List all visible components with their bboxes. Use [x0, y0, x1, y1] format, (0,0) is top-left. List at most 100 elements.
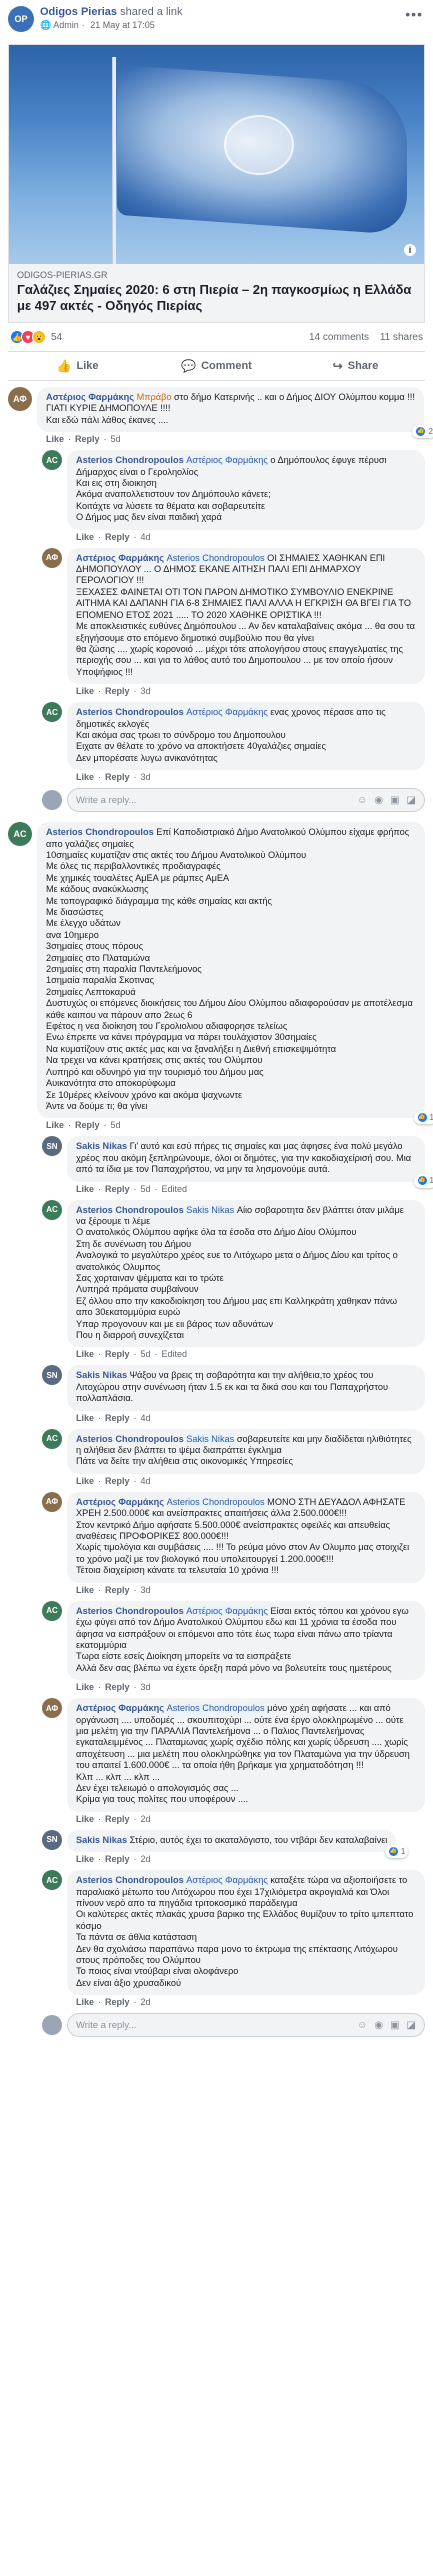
page-avatar[interactable]: OP — [8, 6, 34, 32]
avatar[interactable]: SN — [42, 1829, 62, 1850]
comment-like-link[interactable]: Like — [76, 1814, 94, 1824]
avatar[interactable]: ΑΦ — [42, 1491, 62, 1512]
like-button[interactable]: 👍 Like — [8, 352, 147, 380]
comment-time[interactable]: 2d — [141, 1997, 151, 2007]
comment-reply-link[interactable]: Reply — [105, 1997, 130, 2007]
reaction-icons[interactable]: 👍 ♥ 😮 — [10, 330, 46, 344]
comment-time[interactable]: 3d — [141, 1682, 151, 1692]
avatar[interactable]: AC — [42, 1870, 62, 1891]
sticker-icon[interactable]: ◪ — [407, 2020, 416, 2031]
comment-reply-link[interactable]: Reply — [105, 1184, 130, 1194]
comment-reply-link[interactable]: Reply — [105, 1585, 130, 1595]
comment-time[interactable]: 3d — [141, 772, 151, 782]
page-name[interactable]: Odigos Pierias — [40, 6, 117, 18]
comment-button[interactable]: 💬 Comment — [147, 352, 286, 380]
mention-tag[interactable]: Sakis Nikas — [186, 1204, 235, 1215]
comment-reply-link[interactable]: Reply — [105, 1854, 130, 1864]
comment-author[interactable]: Asterios Chondropoulos — [76, 1875, 184, 1885]
post-date[interactable]: 21 May at 17:05 — [90, 20, 155, 30]
mention-tag[interactable]: Asterios Chondropoulos — [166, 1703, 265, 1714]
ellipsis-icon[interactable]: ••• — [405, 6, 423, 22]
comment-author[interactable]: Αστέριος Φαρμάκης — [76, 1703, 164, 1713]
comment-reactions[interactable]: 👍 1 — [413, 1174, 433, 1188]
reply-input[interactable]: Write a reply... ☺ ◉ ▣ ◪ — [67, 788, 425, 813]
comment-like-link[interactable]: Like — [76, 1413, 94, 1423]
gif-icon[interactable]: ▣ — [390, 795, 399, 806]
comment-author[interactable]: Asterios Chondropoulos — [76, 1606, 184, 1616]
avatar[interactable]: AC — [42, 1600, 62, 1621]
comment-reply-link[interactable]: Reply — [105, 772, 130, 782]
comment-author[interactable]: Αστέριος Φαρμάκης — [76, 553, 164, 563]
avatar[interactable]: SN — [42, 1136, 62, 1157]
comment-time[interactable]: 5d — [111, 1120, 121, 1130]
mention-tag[interactable]: Αστέριος Φαρμάκης — [186, 1605, 268, 1616]
comment-like-link[interactable]: Like — [76, 532, 94, 542]
avatar[interactable]: SN — [42, 1365, 62, 1386]
mention-tag[interactable]: Asterios Chondropoulos — [166, 552, 265, 563]
link-caption[interactable]: ODIGOS-PIERIAS.GR Γαλάζιες Σημαίες 2020:… — [8, 264, 425, 323]
comment-reply-link[interactable]: Reply — [105, 532, 130, 542]
info-icon[interactable]: i — [404, 244, 416, 256]
comment-like-link[interactable]: Like — [76, 686, 94, 696]
comment-time[interactable]: 2d — [141, 1854, 151, 1864]
comment-reactions[interactable]: 👍 1 — [384, 1844, 409, 1859]
camera-icon[interactable]: ◉ — [374, 795, 383, 806]
comment-like-link[interactable]: Like — [76, 1585, 94, 1595]
comment-like-link[interactable]: Like — [76, 772, 94, 782]
reaction-count[interactable]: 54 — [51, 332, 62, 343]
comment-like-link[interactable]: Like — [76, 1476, 94, 1486]
mention-tag[interactable]: Αστέριος Φαρμάκης — [186, 1875, 268, 1886]
mention-tag[interactable]: Αστέριος Φαρμάκης — [186, 455, 268, 466]
emoji-icon[interactable]: ☺ — [357, 2020, 367, 2031]
comment-like-link[interactable]: Like — [76, 1184, 94, 1194]
comment-author[interactable]: Asterios Chondropoulos — [76, 455, 184, 465]
comment-time[interactable]: 5d — [111, 434, 121, 444]
mention-tag[interactable]: Αστέριος Φαρμάκης — [186, 707, 268, 718]
comment-author[interactable]: Sakis Nikas — [76, 1141, 127, 1151]
comment-like-link[interactable]: Like — [76, 1854, 94, 1864]
comment-time[interactable]: 4d — [141, 532, 151, 542]
comment-reply-link[interactable]: Reply — [105, 1349, 130, 1359]
comment-author[interactable]: Sakis Nikas — [76, 1370, 127, 1380]
avatar[interactable]: ΑΦ — [42, 547, 62, 568]
comment-time[interactable]: 3d — [141, 686, 151, 696]
mention-tag[interactable]: Asterios Chondropoulos — [166, 1496, 265, 1507]
avatar[interactable]: AC — [42, 1428, 62, 1449]
reply-input[interactable]: Write a reply... ☺ ◉ ▣ ◪ — [67, 2013, 425, 2038]
comment-reply-link[interactable]: Reply — [105, 1682, 130, 1692]
gif-icon[interactable]: ▣ — [390, 2020, 399, 2031]
avatar[interactable]: ΑΦ — [8, 387, 32, 411]
avatar[interactable]: AC — [42, 702, 62, 723]
share-button[interactable]: ↪ Share — [286, 352, 425, 380]
link-title[interactable]: Γαλάζιες Σημαίες 2020: 6 στη Πιερία – 2η… — [17, 282, 416, 314]
comment-count[interactable]: 14 comments — [309, 332, 369, 343]
avatar[interactable]: AC — [42, 450, 62, 471]
comment-reply-link[interactable]: Reply — [75, 434, 100, 444]
comment-like-link[interactable]: Like — [76, 1349, 94, 1359]
comment-time[interactable]: 2d — [141, 1814, 151, 1824]
emoji-icon[interactable]: ☺ — [357, 795, 367, 806]
comment-like-link[interactable]: Like — [76, 1682, 94, 1692]
comment-author[interactable]: Αστέριος Φαρμάκης — [46, 392, 134, 402]
comment-reply-link[interactable]: Reply — [105, 1413, 130, 1423]
comment-author[interactable]: Asterios Chondropoulos — [76, 1434, 184, 1444]
comment-reply-link[interactable]: Reply — [105, 686, 130, 696]
comment-like-link[interactable]: Like — [46, 1120, 64, 1130]
comment-author[interactable]: Asterios Chondropoulos — [76, 1205, 184, 1215]
link-preview-image[interactable]: i — [8, 44, 425, 264]
avatar[interactable]: AC — [8, 822, 32, 847]
comment-reply-link[interactable]: Reply — [75, 1120, 100, 1130]
comment-author[interactable]: Sakis Nikas — [76, 1835, 127, 1845]
share-count[interactable]: 11 shares — [380, 332, 423, 343]
comment-time[interactable]: 4d — [141, 1413, 151, 1423]
mention-tag[interactable]: Sakis Nikas — [186, 1433, 235, 1444]
comment-reply-link[interactable]: Reply — [105, 1814, 130, 1824]
comment-time[interactable]: 4d — [141, 1476, 151, 1486]
sticker-icon[interactable]: ◪ — [407, 795, 416, 806]
comment-author[interactable]: Asterios Chondropoulos — [46, 827, 154, 837]
comment-author[interactable]: Αστέριος Φαρμάκης — [76, 1497, 164, 1507]
comment-author[interactable]: Asterios Chondropoulos — [76, 707, 184, 717]
avatar[interactable]: AC — [42, 1199, 62, 1220]
comment-time[interactable]: 3d — [141, 1585, 151, 1595]
comment-reactions[interactable]: 👍 2 — [412, 424, 433, 439]
